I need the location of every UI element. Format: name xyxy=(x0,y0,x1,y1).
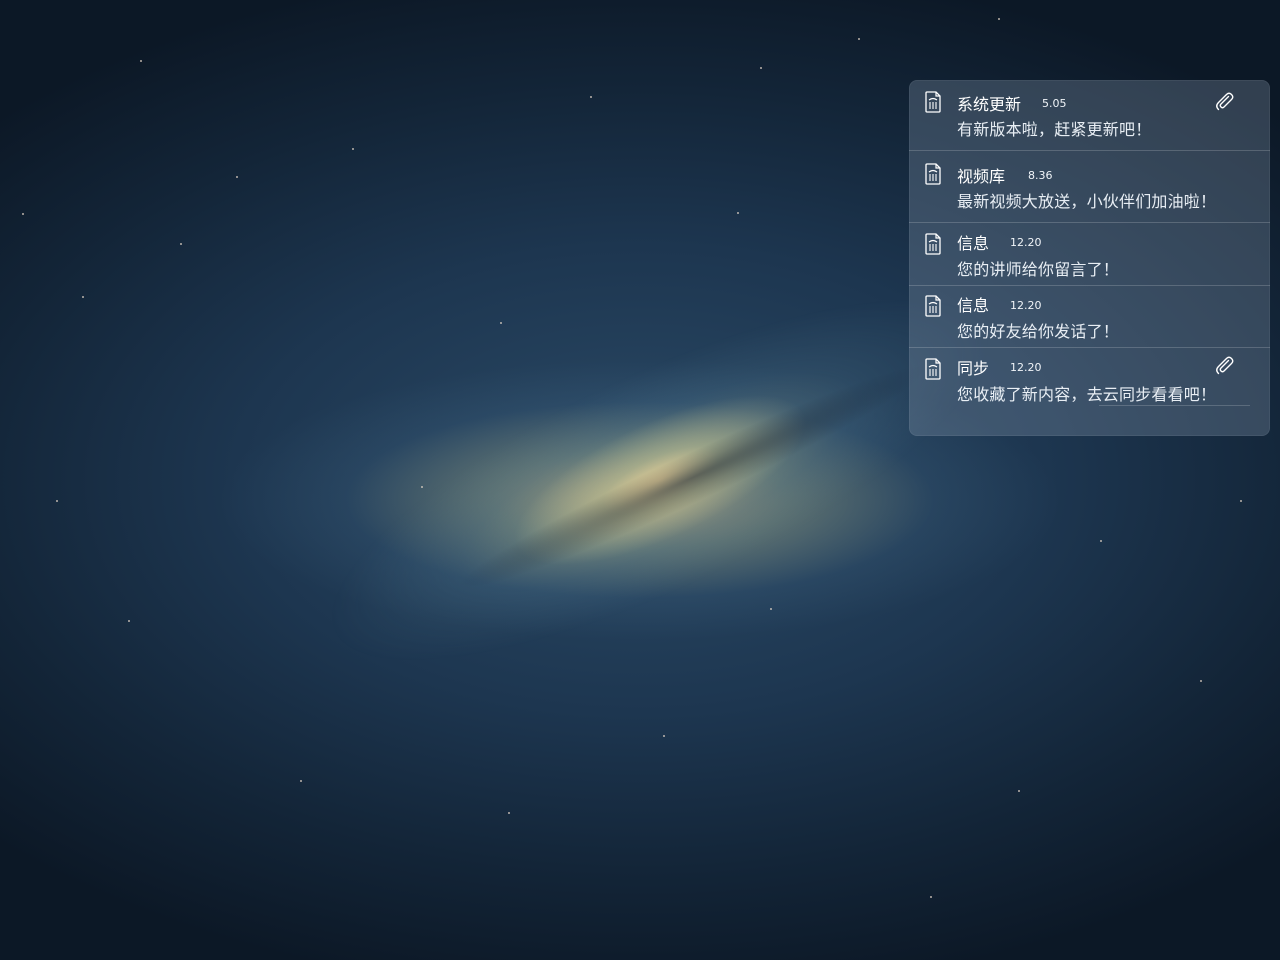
star xyxy=(998,18,1000,20)
notification-message: 您收藏了新内容，去云同步看看吧！ xyxy=(957,385,1217,404)
notification-message: 有新版本啦，赶紧更新吧！ xyxy=(957,120,1152,139)
notification-time: 12.20 xyxy=(1010,361,1042,374)
notification-time: 5.05 xyxy=(1042,97,1067,110)
notification-title: 同步 xyxy=(957,359,990,378)
divider xyxy=(909,222,1270,223)
notification-time: 12.20 xyxy=(1010,299,1042,312)
star xyxy=(180,243,182,245)
star xyxy=(1200,680,1202,682)
notification-item[interactable]: 信息 12.20 您的讲师给你留言了！ xyxy=(909,224,1270,285)
notification-title: 视频库 xyxy=(957,167,1006,186)
star xyxy=(737,212,739,214)
star xyxy=(770,608,772,610)
star xyxy=(1100,540,1102,542)
star xyxy=(140,60,142,62)
paperclip-icon[interactable] xyxy=(1213,354,1235,376)
divider xyxy=(909,150,1270,151)
document-icon xyxy=(925,233,941,255)
star xyxy=(236,176,238,178)
star xyxy=(421,486,423,488)
document-icon xyxy=(925,358,941,380)
star xyxy=(56,500,58,502)
notification-message: 最新视频大放送，小伙伴们加油啦！ xyxy=(957,192,1217,211)
notification-item[interactable]: 视频库 8.36 最新视频大放送，小伙伴们加油啦！ xyxy=(909,152,1270,222)
notification-item[interactable]: 信息 12.20 您的好友给你发话了！ xyxy=(909,287,1270,347)
star xyxy=(128,620,130,622)
notification-time: 8.36 xyxy=(1028,169,1053,182)
paperclip-icon[interactable] xyxy=(1213,90,1235,112)
notification-title: 系统更新 xyxy=(957,95,1022,114)
star xyxy=(82,296,84,298)
document-icon xyxy=(925,91,941,113)
notification-title: 信息 xyxy=(957,234,990,253)
notification-message: 您的好友给你发话了！ xyxy=(957,322,1120,341)
star xyxy=(1018,790,1020,792)
notification-item[interactable]: 系统更新 5.05 有新版本啦，赶紧更新吧！ xyxy=(909,80,1270,150)
star xyxy=(930,896,932,898)
star xyxy=(858,38,860,40)
star xyxy=(590,96,592,98)
divider xyxy=(1099,405,1250,406)
star xyxy=(1240,500,1242,502)
star xyxy=(663,735,665,737)
document-icon xyxy=(925,163,941,185)
star xyxy=(500,322,502,324)
notification-title: 信息 xyxy=(957,296,990,315)
divider xyxy=(909,347,1270,348)
notification-panel: 系统更新 5.05 有新版本啦，赶紧更新吧！ 视频库 8.36 最新视频大放送，… xyxy=(909,80,1270,436)
star xyxy=(508,812,510,814)
notification-time: 12.20 xyxy=(1010,236,1042,249)
notification-message: 您的讲师给你留言了！ xyxy=(957,260,1120,279)
star xyxy=(300,780,302,782)
star xyxy=(22,213,24,215)
divider xyxy=(909,285,1270,286)
notification-item[interactable]: 同步 12.20 您收藏了新内容，去云同步看看吧！ xyxy=(909,349,1270,411)
star xyxy=(352,148,354,150)
document-icon xyxy=(925,295,941,317)
star xyxy=(760,67,762,69)
